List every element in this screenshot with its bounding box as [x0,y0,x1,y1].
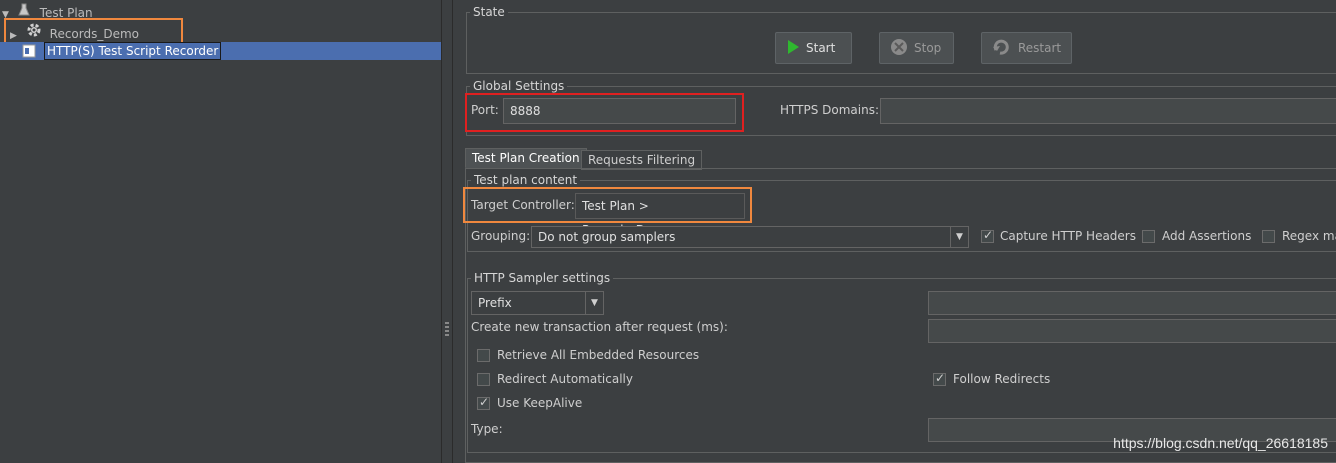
https-domains-label: HTTPS Domains: [780,103,879,117]
splitter-handle[interactable] [441,0,453,463]
redirect-automatically-label: Redirect Automatically [497,372,633,386]
state-title: State [470,5,508,19]
follow-redirects-checkbox[interactable] [933,371,946,386]
type-label: Type: [471,422,503,436]
add-assertions-label: Add Assertions [1162,229,1252,243]
keepalive-checkbox[interactable] [477,395,490,410]
restart-button[interactable]: Restart [981,32,1072,64]
target-controller-label: Target Controller: [471,198,575,212]
stop-button[interactable]: Stop [879,32,954,64]
retrieve-resources-checkbox[interactable] [477,349,490,362]
port-input[interactable]: 8888 [503,98,736,124]
target-controller-select[interactable]: Test Plan > Records_Demo [575,193,745,237]
recorder-icon [22,44,36,63]
follow-redirects-label: Follow Redirects [953,372,1051,386]
restart-icon [992,39,1012,58]
prefix-value: Prefix [478,296,512,310]
grouping-select[interactable]: Do not group samplers ▼ [531,226,969,248]
port-label: Port: [471,103,499,117]
tree-item-label: Records_Demo [49,27,140,41]
tab-requests-filtering[interactable]: Requests Filtering [581,150,703,170]
chevron-down-icon[interactable]: ▼ [950,227,968,247]
keepalive-label: Use KeepAlive [497,396,583,410]
redirect-automatically-checkbox[interactable] [477,373,490,386]
watermark-text: https://blog.csdn.net/qq_26618185 [1113,435,1328,451]
play-icon [786,39,800,58]
regex-label: Regex ma [1282,229,1336,243]
https-domains-input[interactable] [880,98,1336,124]
tree-item-recorder[interactable]: HTTP(S) Test Script Recorder [0,42,441,60]
grouping-value: Do not group samplers [538,230,676,244]
regex-checkbox[interactable] [1262,230,1275,243]
tree-item-label: HTTP(S) Test Script Recorder [44,42,222,60]
tree-item-records-demo[interactable]: ▶ Records_Demo [10,22,140,43]
restart-label: Restart [1018,41,1062,55]
recorder-config-panel: State Start Stop Restart Global Settings… [453,0,1336,463]
grouping-label: Grouping: [471,229,531,243]
prefix-select[interactable]: Prefix ▼ [471,291,604,315]
http-sampler-title: HTTP Sampler settings [471,271,614,285]
start-button[interactable]: Start [775,32,852,64]
start-label: Start [806,41,836,55]
test-plan-tree: ▼ Test Plan ▶ Records_Demo HTTP(S) Test … [0,0,441,463]
prefix-input[interactable] [928,291,1336,315]
tab-test-plan-creation[interactable]: Test Plan Creation [465,148,587,168]
stop-label: Stop [914,41,942,55]
capture-headers-checkbox[interactable] [981,228,994,243]
gear-icon [26,22,46,43]
test-plan-content-title: Test plan content [471,173,581,187]
retrieve-resources-label: Retrieve All Embedded Resources [497,348,700,362]
add-assertions-checkbox[interactable] [1142,230,1155,243]
global-settings-title: Global Settings [470,79,568,93]
chevron-down-icon[interactable]: ▼ [585,292,603,314]
transaction-label: Create new transaction after request (ms… [471,320,728,334]
transaction-input[interactable] [928,319,1336,343]
stop-icon [890,38,908,59]
capture-headers-label: Capture HTTP Headers [1000,229,1136,243]
